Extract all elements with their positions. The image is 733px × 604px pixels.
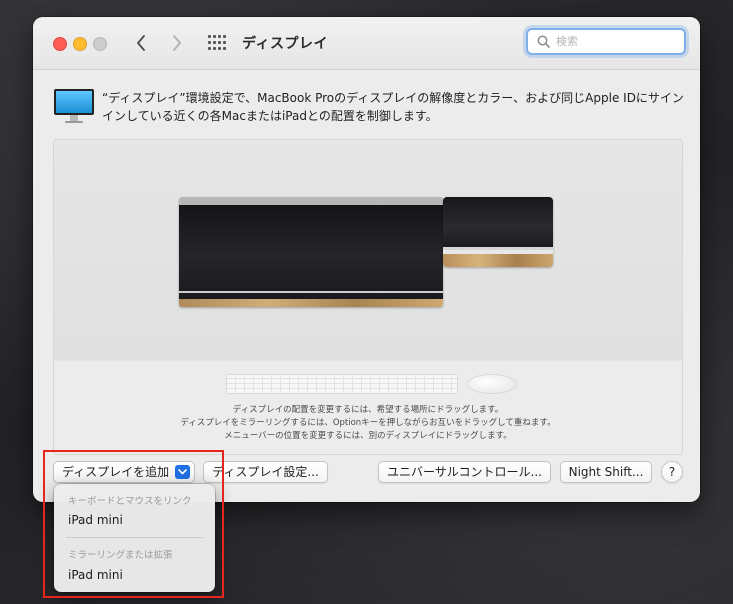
- add-display-label: ディスプレイを追加: [62, 465, 170, 479]
- minimize-window-button[interactable]: [73, 37, 87, 51]
- search-field[interactable]: [526, 28, 686, 55]
- display-arrangement-area: ディスプレイの配置を変更するには、希望する場所にドラッグします。 ディスプレイを…: [53, 139, 683, 455]
- universal-control-button[interactable]: ユニバーサルコントロール...: [378, 461, 551, 483]
- menu-bar-indicator[interactable]: [179, 197, 443, 205]
- search-icon: [537, 35, 550, 48]
- window-title: ディスプレイ: [242, 36, 329, 52]
- hint-move-menu-bar: メニューバーの位置を変更するには、別のディスプレイにドラッグします。: [224, 431, 512, 441]
- add-display-menu: キーボードとマウスをリンク iPad mini ミラーリングまたは拡張 iPad…: [54, 484, 215, 592]
- forward-button[interactable]: [167, 32, 187, 54]
- night-shift-button[interactable]: Night Shift...: [560, 461, 652, 483]
- search-input[interactable]: [556, 35, 676, 48]
- display-pane-icon: [53, 89, 95, 125]
- add-display-popup-button[interactable]: ディスプレイを追加: [53, 461, 195, 483]
- system-preferences-window: ディスプレイ “ディスプレイ”環境設定で、MacBook Proのディスプレイの…: [33, 17, 700, 502]
- menu-item-mirror-ipad-mini[interactable]: iPad mini: [68, 568, 123, 582]
- display-settings-button[interactable]: ディスプレイ設定...: [203, 461, 328, 483]
- show-all-grid-icon[interactable]: [208, 35, 226, 51]
- keyboard-icon: [226, 374, 458, 394]
- pane-header: “ディスプレイ”環境設定で、MacBook Proのディスプレイの解像度とカラー…: [53, 87, 684, 127]
- hint-drag-to-arrange: ディスプレイの配置を変更するには、希望する場所にドラッグします。: [232, 405, 504, 415]
- menu-section-header-mirror-or-extend: ミラーリングまたは拡張: [68, 550, 173, 561]
- back-button[interactable]: [131, 32, 151, 54]
- title-bar: ディスプレイ: [33, 17, 700, 70]
- close-window-button[interactable]: [53, 37, 67, 51]
- arrangement-canvas: [54, 140, 682, 360]
- chevron-left-icon: [137, 35, 145, 51]
- arrangement-hints: ディスプレイの配置を変更するには、希望する場所にドラッグします。 ディスプレイを…: [54, 404, 682, 443]
- chevron-down-icon: [175, 465, 190, 479]
- mouse-icon: [467, 374, 517, 394]
- hint-option-to-mirror: ディスプレイをミラーリングするには、Optionキーを押しながらお互いをドラッグ…: [180, 418, 556, 428]
- menu-section-header-link-keyboard-mouse: キーボードとマウスをリンク: [68, 496, 192, 507]
- ipad-mini-display-thumbnail[interactable]: [443, 197, 553, 267]
- menu-separator: [66, 537, 203, 538]
- menu-item-link-ipad-mini[interactable]: iPad mini: [68, 513, 123, 527]
- help-button[interactable]: ?: [661, 461, 683, 483]
- chevron-right-icon: [173, 35, 181, 51]
- pane-description: “ディスプレイ”環境設定で、MacBook Proのディスプレイの解像度とカラー…: [102, 91, 684, 123]
- zoom-window-button[interactable]: [93, 37, 107, 51]
- macbook-pro-display-thumbnail[interactable]: [179, 197, 443, 307]
